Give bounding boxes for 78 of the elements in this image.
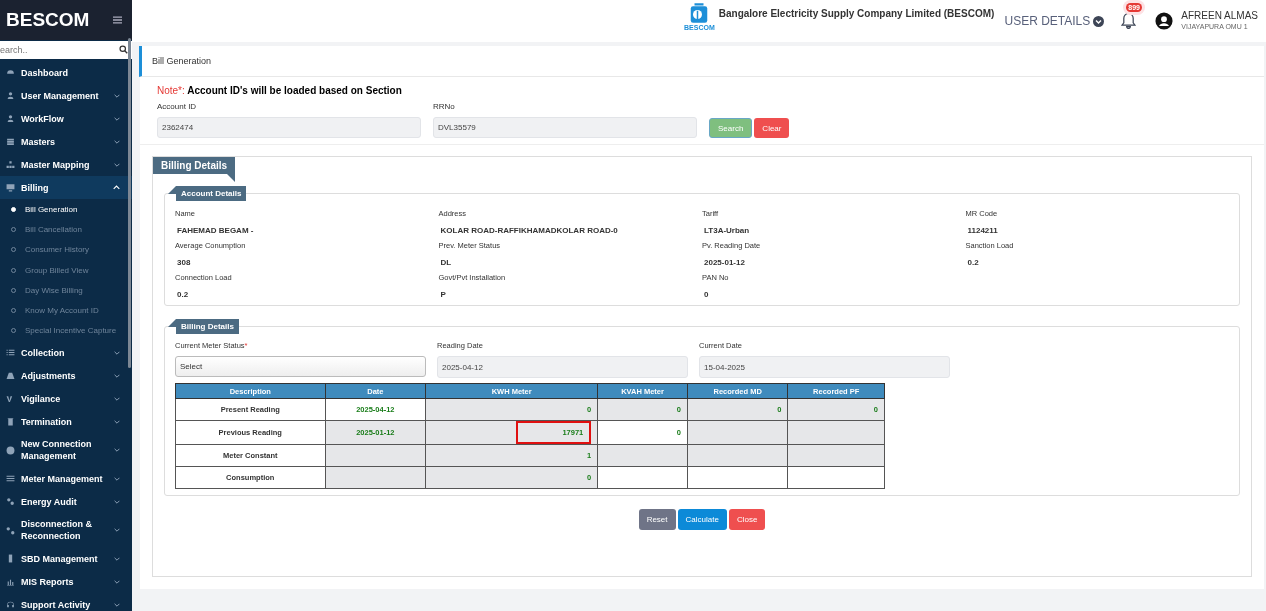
menu-item-icon (6, 394, 15, 404)
menu-item-icon (6, 137, 15, 146)
sidebar-item[interactable]: WorkFlow (0, 107, 132, 130)
avatar-icon[interactable] (1155, 12, 1174, 30)
sidebar-item[interactable]: Vigilance (0, 387, 132, 411)
sidebar-item[interactable]: Adjustments (0, 364, 132, 388)
menu-item-icon (6, 577, 15, 587)
page-title: Bill Generation (152, 56, 212, 66)
menu-icon[interactable] (113, 16, 122, 24)
submenu-item[interactable]: Day Wise Billing (0, 280, 132, 301)
menu-item-icon (6, 417, 15, 427)
submenu-item[interactable]: Bill Cancellation (0, 219, 132, 240)
sidebar-item[interactable]: Masters (0, 130, 132, 153)
menu-item-icon (6, 68, 15, 77)
search-icon[interactable] (119, 45, 128, 54)
menu-item-icon (6, 554, 15, 564)
menu-item-icon (6, 525, 15, 535)
sidebar-item[interactable]: Energy Audit (0, 490, 132, 514)
field-value: 0.2 (966, 258, 980, 267)
menu-item-icon (6, 91, 15, 100)
tab-corner (168, 186, 176, 194)
bell-icon[interactable] (1121, 12, 1137, 29)
menu-item-icon (6, 445, 15, 455)
menu-item-icon (6, 114, 15, 123)
input-field[interactable]: 2025-04-12 (437, 356, 688, 378)
submenu-item[interactable]: Know My Account ID (0, 300, 132, 321)
close-button[interactable]: Close (728, 509, 766, 530)
submenu-item[interactable]: Special Incentive Capture (0, 320, 132, 342)
calculate-button[interactable]: Calculate (677, 509, 727, 530)
sidebar-item[interactable]: SBD Management (0, 547, 132, 571)
menu-item-icon (6, 474, 15, 484)
submenu-item[interactable]: Bill Generation (0, 199, 132, 220)
brand-logo: BESCOM (6, 9, 90, 31)
menu-item-icon (6, 183, 15, 192)
user-name: AFREEN ALMAS (1181, 10, 1258, 21)
submenu-item[interactable]: Group Billed View (0, 259, 132, 281)
menu-item-icon (6, 348, 15, 358)
tab-corner (227, 174, 236, 182)
sidebar-item[interactable]: New Connection Management (0, 433, 132, 468)
submenu-item[interactable]: Consumer History (0, 239, 132, 260)
input-field[interactable]: 2362474 (157, 117, 421, 138)
field-value: DL (439, 258, 453, 267)
field-value: 2025-01-12 (703, 258, 746, 267)
sidebar-item[interactable]: Collection (0, 341, 132, 365)
select-field[interactable]: Select (175, 356, 426, 377)
sidebar-item[interactable]: Meter Management (0, 467, 132, 491)
menu-item-icon (6, 371, 15, 381)
field-label: Account ID (157, 102, 198, 111)
company-name: Bangalore Electricity Supply Company Limited (BESCOM) (718, 7, 995, 19)
field-label: RRNo (433, 102, 456, 111)
sidebar-item[interactable]: Master Mapping (0, 153, 132, 176)
reset-button[interactable]: Reset (638, 509, 676, 530)
sidebar-item[interactable]: Disconnection & Reconnection (0, 513, 132, 548)
sidebar-item[interactable]: MIS Reports (0, 570, 132, 594)
field-value: P (439, 290, 447, 299)
sidebar-item[interactable]: Dashboard (0, 61, 132, 84)
menu-item-icon (6, 600, 15, 610)
field-value: KOLAR ROAD-RAFFIKHAMADKOLAR ROAD-0 (439, 226, 619, 235)
sidebar-item[interactable]: Termination (0, 410, 132, 434)
field-value: 308 (176, 258, 192, 267)
field-value: LT3A-Urban (703, 226, 751, 235)
field-value: FAHEMAD BEGAM - (176, 226, 255, 235)
sidebar-item[interactable]: Billing (0, 176, 132, 199)
sidebar-item[interactable]: User Management (0, 84, 132, 107)
field-value: 0.2 (176, 290, 190, 299)
sidebar-item[interactable]: Support Activity (0, 593, 132, 611)
user-details-menu[interactable]: USER DETAILS (1004, 14, 1105, 28)
input-field[interactable]: 15-04-2025 (699, 356, 950, 378)
chevron-down-icon (1093, 15, 1105, 27)
clear-button[interactable]: Clear (754, 118, 790, 138)
note-text: Note*: Account ID's will be loaded based on Section (157, 85, 403, 96)
field-value: 1124211 (966, 226, 999, 235)
tab-corner (168, 319, 176, 327)
menu-item-icon (6, 160, 15, 169)
field-value: 0 (703, 290, 710, 299)
input-field[interactable]: DVL35579 (433, 117, 697, 138)
search-field[interactable]: earch.. (0, 41, 132, 59)
menu-item-icon (6, 497, 15, 507)
